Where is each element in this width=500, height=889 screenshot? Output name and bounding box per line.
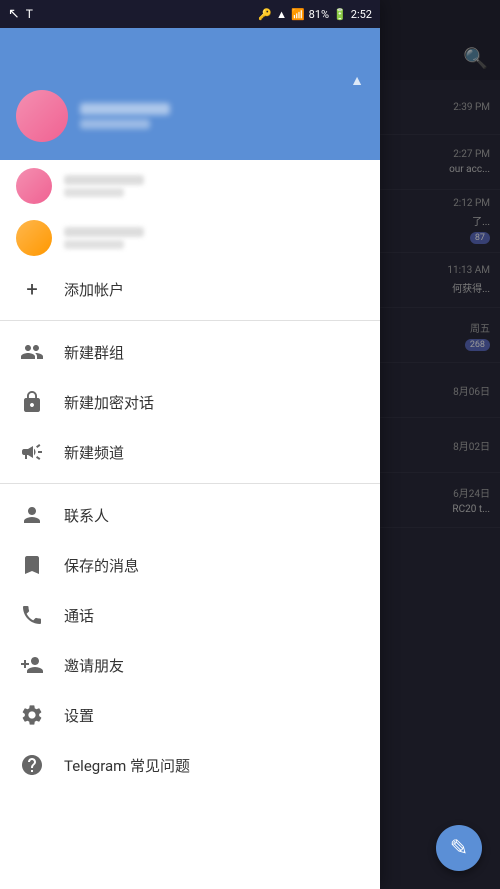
chevron-up-icon[interactable]: ▲ (350, 72, 364, 89)
bookmark-icon (20, 553, 44, 577)
compose-icon: ✎ (450, 836, 468, 861)
secondary-name (64, 175, 144, 185)
drawer-menu: 新建群组 新建加密对话 新建频道 联系人 (0, 327, 380, 889)
status-right: 🔑 ▲ 📶 81% 🔋 2:52 (258, 8, 372, 21)
battery-percent: 81% (309, 8, 329, 21)
faq-label: Telegram 常见问题 (64, 755, 190, 776)
battery-icon: 🔋 (333, 8, 347, 21)
invite-label: 邀请朋友 (64, 655, 124, 676)
lock-icon (20, 390, 44, 414)
secondary-avatar-2 (16, 220, 52, 256)
menu-item-new-channel[interactable]: 新建频道 (0, 427, 380, 477)
menu-item-saved[interactable]: 保存的消息 (0, 540, 380, 590)
account-phone (80, 119, 150, 129)
new-group-label: 新建群组 (64, 342, 124, 363)
account-row[interactable] (0, 212, 380, 264)
primary-account-row (16, 90, 364, 142)
add-account-button[interactable]: + 添加帐户 (0, 264, 380, 314)
cursor-icon: ↖ (8, 6, 20, 22)
megaphone-icon (20, 440, 44, 464)
status-left: ↖ T (8, 6, 33, 22)
compose-fab[interactable]: ✎ (436, 825, 482, 871)
new-channel-label: 新建频道 (64, 442, 124, 463)
plus-icon: + (20, 277, 44, 301)
menu-item-new-secret[interactable]: 新建加密对话 (0, 377, 380, 427)
secondary-account-info (64, 227, 144, 249)
saved-label: 保存的消息 (64, 555, 139, 576)
account-name (80, 103, 170, 115)
calls-label: 通话 (64, 605, 94, 626)
secondary-name (64, 227, 144, 237)
drawer-overlay[interactable] (380, 0, 500, 889)
account-info-area (0, 90, 380, 150)
signal-icon: 📶 (291, 8, 305, 21)
person-icon (20, 503, 44, 527)
menu-item-faq[interactable]: Telegram 常见问题 (0, 740, 380, 790)
add-account-label: 添加帐户 (64, 279, 124, 300)
person-add-icon (20, 653, 44, 677)
settings-icon (20, 703, 44, 727)
primary-account-info (80, 103, 170, 129)
divider (0, 320, 380, 321)
secondary-avatar-1 (16, 168, 52, 204)
secondary-account-info (64, 175, 144, 197)
t-icon: T (26, 7, 33, 21)
help-icon (20, 753, 44, 777)
menu-item-settings[interactable]: 设置 (0, 690, 380, 740)
status-bar: ↖ T 🔑 ▲ 📶 81% 🔋 2:52 (0, 0, 380, 28)
account-row[interactable] (0, 160, 380, 212)
settings-label: 设置 (64, 705, 94, 726)
group-icon (20, 340, 44, 364)
wifi-icon: ▲ (276, 8, 287, 21)
navigation-drawer: ↖ T 🔑 ▲ 📶 81% 🔋 2:52 ▲ (0, 0, 380, 889)
secondary-phone (64, 188, 124, 197)
divider (0, 483, 380, 484)
new-secret-label: 新建加密对话 (64, 392, 154, 413)
key-icon: 🔑 (258, 8, 272, 21)
menu-item-invite[interactable]: 邀请朋友 (0, 640, 380, 690)
phone-icon (20, 603, 44, 627)
secondary-phone (64, 240, 124, 249)
accounts-section: + 添加帐户 (0, 160, 380, 327)
contacts-label: 联系人 (64, 505, 109, 526)
menu-item-contacts[interactable]: 联系人 (0, 490, 380, 540)
menu-item-calls[interactable]: 通话 (0, 590, 380, 640)
clock: 2:52 (351, 8, 372, 21)
primary-avatar[interactable] (16, 90, 68, 142)
menu-item-new-group[interactable]: 新建群组 (0, 327, 380, 377)
